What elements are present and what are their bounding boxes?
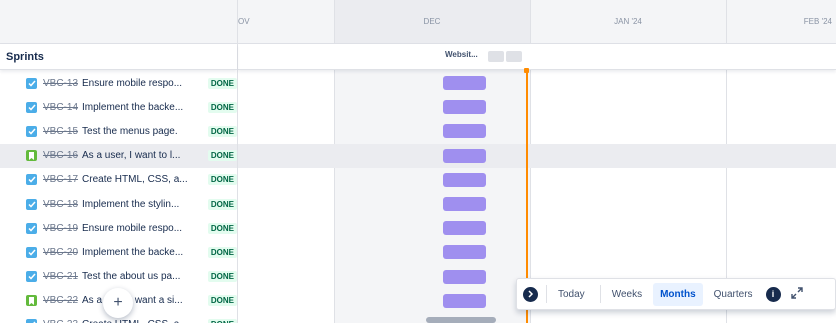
month-label: FEB '24 <box>803 17 832 26</box>
status-badge: DONE <box>207 295 237 307</box>
status-badge: DONE <box>207 174 237 186</box>
checkbox-icon <box>26 125 37 137</box>
issue-bar[interactable] <box>443 76 486 90</box>
checkbox-icon <box>26 222 37 234</box>
checkbox-icon <box>26 198 37 210</box>
issue-summary: Implement the backe... <box>82 101 184 113</box>
issue-summary: Ensure mobile respo... <box>82 77 183 89</box>
months-button[interactable]: Months <box>653 282 703 306</box>
sprints-header[interactable]: Sprints <box>0 44 237 70</box>
issue-list-panel: Sprints VBC-13 Ensure mobile respo... DONE… <box>0 0 238 323</box>
checkbox-icon <box>26 77 37 89</box>
issue-key[interactable]: VBC-23 <box>43 319 78 323</box>
sprint-chip[interactable] <box>488 51 504 62</box>
add-issue-button[interactable]: + <box>103 288 133 318</box>
issue-summary: Create HTML, CSS, a... <box>82 319 206 323</box>
issue-key[interactable]: VBC-20 <box>43 247 78 258</box>
issue-summary: Implement the backe... <box>82 246 184 258</box>
bookmark-icon <box>26 295 37 307</box>
issue-bar[interactable] <box>443 148 486 163</box>
status-badge: DONE <box>207 319 237 323</box>
issue-bar[interactable] <box>443 197 486 211</box>
issue-rows: VBC-13 Ensure mobile respo... DONE VBC-14 Im… <box>0 71 237 323</box>
month-label: DEC <box>423 17 441 26</box>
issue-bar[interactable] <box>443 245 486 260</box>
month-header-nov: OV <box>238 0 334 44</box>
issue-summary: As a user, I want to l... <box>82 150 181 162</box>
issue-key[interactable]: VBC-16 <box>43 150 78 161</box>
issue-row[interactable]: VBC-14 Implement the backe... DONE <box>0 95 237 119</box>
status-badge: DONE <box>207 246 237 258</box>
status-badge: DONE <box>207 222 237 234</box>
issue-row[interactable]: VBC-20 Implement the backe... DONE <box>0 240 237 264</box>
issue-row[interactable]: VBC-17 Create HTML, CSS, a... DONE <box>0 168 237 192</box>
issue-summary: Implement the stylin... <box>82 198 180 210</box>
horizontal-scrollbar[interactable] <box>426 317 496 323</box>
issue-bar[interactable] <box>443 172 486 187</box>
checkbox-icon <box>26 319 37 323</box>
row-highlight <box>238 143 836 168</box>
status-badge: DONE <box>207 150 237 162</box>
issue-summary: As a user, I want a si... <box>82 295 183 307</box>
sprints-label: Sprints <box>6 50 44 63</box>
issue-row[interactable]: VBC-13 Ensure mobile respo... DONE <box>0 71 237 95</box>
timeline-controls: Today Weeks Months Quarters i <box>516 278 836 310</box>
sprint-strip: Websit... <box>238 44 836 70</box>
issue-key[interactable]: VBC-15 <box>43 126 78 137</box>
issue-key[interactable]: VBC-17 <box>43 174 78 185</box>
month-header-dec: DEC <box>334 0 530 44</box>
status-badge: DONE <box>207 125 237 137</box>
issue-key[interactable]: VBC-18 <box>43 199 78 210</box>
checkbox-icon <box>26 246 37 258</box>
today-button[interactable]: Today <box>551 283 592 306</box>
issue-summary: Ensure mobile respo... <box>82 222 183 234</box>
issue-key[interactable]: VBC-19 <box>43 223 78 234</box>
divider <box>599 285 601 303</box>
issue-bar[interactable] <box>443 124 486 139</box>
issue-key[interactable]: VBC-14 <box>43 102 78 113</box>
bookmark-icon <box>26 150 37 162</box>
sprint-chip[interactable] <box>506 51 522 62</box>
divider <box>546 285 547 303</box>
status-badge: DONE <box>207 271 237 283</box>
list-header <box>0 0 237 44</box>
info-icon[interactable]: i <box>765 286 781 302</box>
checkbox-icon <box>26 271 37 283</box>
issue-summary: Test the about us pa... <box>82 271 181 283</box>
issue-row[interactable]: VBC-16 As a user, I want to l... DONE <box>0 143 237 168</box>
issue-summary: Create HTML, CSS, a... <box>82 174 188 186</box>
plus-icon: + <box>113 294 123 311</box>
expand-icon[interactable] <box>790 286 803 302</box>
timeline-grid: OV DEC JAN '24 FEB '24 Websit... <box>238 0 836 323</box>
month-label: JAN '24 <box>614 17 642 26</box>
month-header-jan: JAN '24 <box>530 0 726 44</box>
issue-summary: Test the menus page. <box>82 125 178 137</box>
status-badge: DONE <box>207 101 237 113</box>
issue-row[interactable]: VBC-15 Test the menus page. DONE <box>0 119 237 143</box>
issue-bar[interactable] <box>443 221 486 236</box>
month-label: OV <box>238 17 250 26</box>
checkbox-icon <box>26 101 37 113</box>
issue-key[interactable]: VBC-21 <box>43 271 78 282</box>
weeks-button[interactable]: Weeks <box>605 283 649 306</box>
status-badge: DONE <box>207 77 237 89</box>
issue-row[interactable]: VBC-18 Implement the stylin... DONE <box>0 192 237 216</box>
checkbox-icon <box>26 174 37 186</box>
issue-bar[interactable] <box>443 269 486 284</box>
issue-row[interactable]: VBC-21 Test the about us pa... DONE <box>0 265 237 289</box>
issue-bar[interactable] <box>443 100 486 115</box>
timeline-view: OV DEC JAN '24 FEB '24 Websit... Sprints… <box>0 0 836 323</box>
issue-row[interactable]: VBC-19 Ensure mobile respo... DONE <box>0 216 237 240</box>
status-badge: DONE <box>207 198 237 210</box>
sprint-label[interactable]: Websit... <box>445 50 478 59</box>
chevron-right-icon[interactable] <box>523 286 538 302</box>
quarters-button[interactable]: Quarters <box>707 283 760 306</box>
issue-key[interactable]: VBC-13 <box>43 78 78 89</box>
month-header-feb: FEB '24 <box>726 0 836 44</box>
issue-key[interactable]: VBC-22 <box>43 295 78 306</box>
issue-bar[interactable] <box>443 293 486 308</box>
